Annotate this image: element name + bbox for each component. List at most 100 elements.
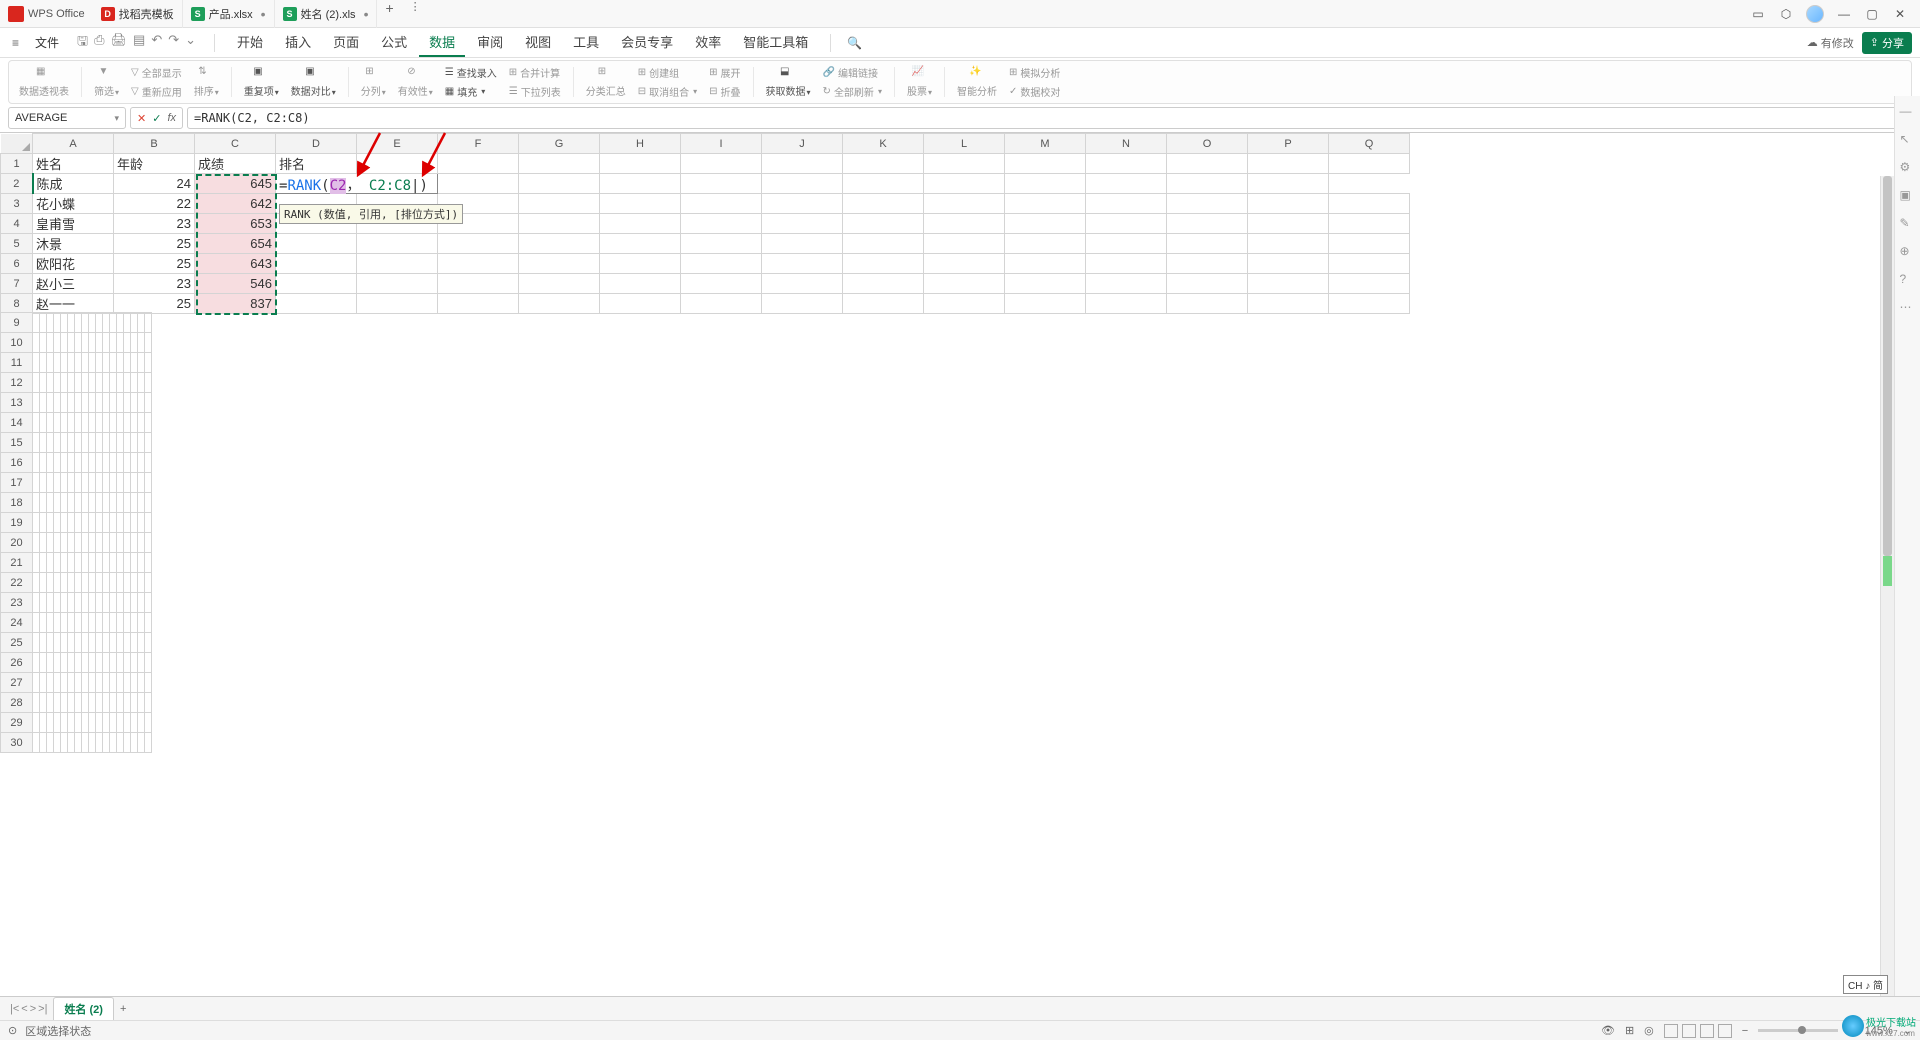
- cell[interactable]: [145, 433, 152, 453]
- cell[interactable]: [75, 433, 82, 453]
- cell[interactable]: 成绩: [195, 154, 276, 174]
- col-header-H[interactable]: H: [600, 134, 681, 154]
- cell[interactable]: [96, 333, 103, 353]
- cell[interactable]: [96, 713, 103, 733]
- smart-analysis-button[interactable]: ✨智能分析: [951, 64, 1003, 100]
- cell[interactable]: [68, 613, 75, 633]
- col-header-Q[interactable]: Q: [1329, 134, 1410, 154]
- cell[interactable]: [82, 493, 89, 513]
- cell[interactable]: [40, 633, 47, 653]
- cell[interactable]: [103, 493, 110, 513]
- col-header-J[interactable]: J: [762, 134, 843, 154]
- cell[interactable]: [68, 713, 75, 733]
- cell[interactable]: [117, 613, 124, 633]
- row-header[interactable]: 24: [1, 613, 33, 633]
- cell[interactable]: [89, 493, 96, 513]
- cell[interactable]: [40, 493, 47, 513]
- cell[interactable]: [33, 333, 40, 353]
- cell[interactable]: [110, 373, 117, 393]
- cell[interactable]: [82, 653, 89, 673]
- cell[interactable]: [54, 373, 61, 393]
- row-header[interactable]: 21: [1, 553, 33, 573]
- cell[interactable]: [33, 553, 40, 573]
- cell[interactable]: [47, 733, 54, 753]
- cell[interactable]: [47, 613, 54, 633]
- cell[interactable]: [61, 593, 68, 613]
- cell[interactable]: [54, 613, 61, 633]
- cell[interactable]: [82, 473, 89, 493]
- cell[interactable]: 赵小三: [33, 274, 114, 294]
- cube-icon[interactable]: ⬡: [1778, 6, 1794, 22]
- cell[interactable]: [124, 713, 131, 733]
- app-menu-icon[interactable]: ≡: [8, 34, 23, 52]
- cell[interactable]: [110, 713, 117, 733]
- cell[interactable]: [33, 713, 40, 733]
- cell[interactable]: [131, 413, 138, 433]
- cell[interactable]: 陈成: [33, 174, 114, 194]
- col-header-G[interactable]: G: [519, 134, 600, 154]
- cell[interactable]: [103, 533, 110, 553]
- cell[interactable]: [54, 533, 61, 553]
- cell[interactable]: [110, 593, 117, 613]
- cell[interactable]: [54, 593, 61, 613]
- cell[interactable]: [138, 393, 145, 413]
- cell[interactable]: [103, 573, 110, 593]
- cell[interactable]: [54, 393, 61, 413]
- page-layout-view-icon[interactable]: [1682, 1024, 1696, 1038]
- col-header-P[interactable]: P: [1248, 134, 1329, 154]
- cell[interactable]: [131, 593, 138, 613]
- cell[interactable]: [33, 433, 40, 453]
- cell[interactable]: [47, 553, 54, 573]
- cell[interactable]: [138, 593, 145, 613]
- filter-button[interactable]: ▼筛选▾: [88, 64, 125, 100]
- cell[interactable]: [75, 553, 82, 573]
- row-header[interactable]: 20: [1, 533, 33, 553]
- cell[interactable]: [82, 573, 89, 593]
- cell[interactable]: [68, 573, 75, 593]
- cell[interactable]: [47, 513, 54, 533]
- cell[interactable]: [61, 533, 68, 553]
- row-header[interactable]: 7: [1, 274, 33, 294]
- cell[interactable]: [54, 713, 61, 733]
- cell[interactable]: [138, 473, 145, 493]
- fx-icon[interactable]: fx: [167, 112, 176, 124]
- cell[interactable]: [89, 553, 96, 573]
- cell[interactable]: [110, 313, 117, 333]
- cell[interactable]: [131, 453, 138, 473]
- cell[interactable]: [103, 693, 110, 713]
- cell[interactable]: [131, 713, 138, 733]
- tab-home[interactable]: 开始: [227, 28, 273, 57]
- cell[interactable]: [75, 533, 82, 553]
- col-header-N[interactable]: N: [1086, 134, 1167, 154]
- cell[interactable]: [54, 313, 61, 333]
- cell[interactable]: 23: [114, 274, 195, 294]
- cell[interactable]: [131, 553, 138, 573]
- cell[interactable]: [40, 473, 47, 493]
- cell[interactable]: [54, 493, 61, 513]
- cell[interactable]: [68, 453, 75, 473]
- cell[interactable]: [47, 373, 54, 393]
- cell[interactable]: [40, 713, 47, 733]
- cell[interactable]: 沐景: [33, 234, 114, 254]
- cell[interactable]: [33, 453, 40, 473]
- cell[interactable]: [131, 373, 138, 393]
- cell[interactable]: [103, 673, 110, 693]
- cell[interactable]: [61, 573, 68, 593]
- cell[interactable]: [47, 393, 54, 413]
- cell[interactable]: [54, 553, 61, 573]
- data-compare-button[interactable]: ▣数据对比▾: [285, 64, 342, 100]
- cell[interactable]: [40, 513, 47, 533]
- cell[interactable]: [110, 573, 117, 593]
- cell[interactable]: [82, 513, 89, 533]
- cell[interactable]: [145, 693, 152, 713]
- cell[interactable]: [40, 733, 47, 753]
- zoom-out-icon[interactable]: −: [1742, 1025, 1748, 1037]
- row-header[interactable]: 1: [1, 154, 33, 174]
- cell[interactable]: [138, 413, 145, 433]
- cell[interactable]: [110, 433, 117, 453]
- cell[interactable]: [61, 313, 68, 333]
- cell[interactable]: [89, 613, 96, 633]
- cancel-formula-icon[interactable]: ✕: [137, 112, 146, 125]
- share-button[interactable]: ⇪ 分享: [1862, 32, 1912, 54]
- zoom-slider[interactable]: [1758, 1029, 1838, 1032]
